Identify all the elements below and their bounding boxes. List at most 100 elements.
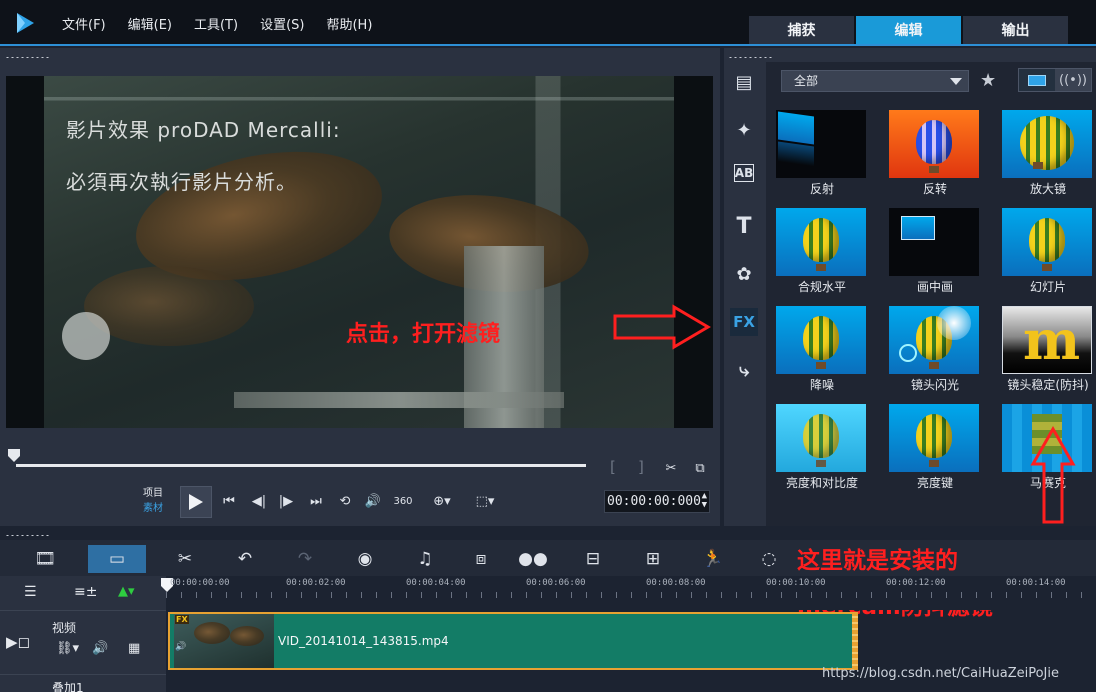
mercalli-thumb: m <box>1002 306 1092 374</box>
tick-label: 00:00:08:00 <box>646 578 706 588</box>
watermark: https://blog.csdn.net/CaiHuaZeiPoJie <box>822 666 1059 681</box>
track-overlay-label: 叠加1 <box>52 681 84 692</box>
track-volume-icon[interactable]: 🔊 <box>92 641 108 656</box>
go-to-start-icon[interactable]: ⏮ <box>218 490 240 512</box>
overlay-track-header: 叠加1 <box>0 674 166 692</box>
scrub-handle-icon[interactable] <box>8 449 20 462</box>
title-icon[interactable]: T <box>730 212 758 240</box>
tab-edit[interactable]: 编辑 <box>856 16 961 44</box>
mode-tabs: 捕获 编辑 输出 <box>749 16 1068 44</box>
media-library-icon[interactable]: ▤ <box>730 68 758 96</box>
tick-label: 00:00:04:00 <box>406 578 466 588</box>
video-camera-icon[interactable]: ▶◻ <box>6 633 30 651</box>
panel-grip[interactable] <box>728 56 772 59</box>
filter-item[interactable]: 亮度键 <box>887 402 983 494</box>
tick-label: 00:00:02:00 <box>286 578 346 588</box>
filter-label: 降噪 <box>809 378 834 392</box>
menu-tools[interactable]: 工具(T) <box>194 14 238 33</box>
panel-grip[interactable] <box>5 534 49 537</box>
chevron-down-icon <box>950 78 962 85</box>
timecode-value: 00:00:00:000 <box>607 494 701 509</box>
timecode-stepper-icon[interactable]: ▲ ▼ <box>702 492 707 510</box>
category-dropdown[interactable]: 全部 <box>781 70 969 92</box>
transparency-icon[interactable]: ▦ <box>128 641 140 656</box>
tab-share[interactable]: 输出 <box>963 16 1068 44</box>
menu-edit[interactable]: 编辑(E) <box>128 14 172 33</box>
filter-item[interactable]: 幻灯片 <box>1000 206 1096 298</box>
go-to-end-icon[interactable]: ⏭ <box>305 490 327 512</box>
redo-icon[interactable]: ↷ <box>284 545 326 573</box>
reflection-thumb <box>776 110 866 178</box>
tick-label: 00:00:10:00 <box>766 578 826 588</box>
thumbnail-view-icon[interactable] <box>1019 69 1055 91</box>
next-frame-icon[interactable]: |▶ <box>275 490 297 512</box>
time-remap-icon[interactable]: 🏃 <box>692 545 734 573</box>
add-track-icon[interactable]: ≡± <box>74 584 97 600</box>
add-favorite-icon[interactable]: ★ <box>980 70 996 91</box>
360-view-icon[interactable]: 360 <box>390 490 416 512</box>
mask-creator-icon[interactable]: ◌ <box>748 545 790 573</box>
multi-camera-icon[interactable]: ⊞ <box>632 545 674 573</box>
sound-mixer-icon[interactable]: ♫ <box>404 545 446 573</box>
timeline-view-icon[interactable]: ▭ <box>88 545 146 573</box>
record-capture-icon[interactable]: ◉ <box>344 545 386 573</box>
filter-item[interactable]: m 镜头稳定(防抖) <box>1000 304 1096 396</box>
scrub-bar[interactable] <box>16 464 586 467</box>
mark-out-button[interactable]: ] <box>638 458 644 476</box>
link-icon[interactable]: ⛓▾ <box>56 641 79 656</box>
enlarge-preview-icon[interactable]: ⧉ <box>690 458 710 478</box>
crop-dropdown-icon[interactable]: ⬚▾ <box>470 490 500 512</box>
filter-label: 镜头稳定(防抖) <box>1007 378 1089 392</box>
invert-thumb <box>889 110 979 178</box>
category-value: 全部 <box>794 74 819 88</box>
filter-item[interactable]: 反射 <box>774 108 870 200</box>
mode-clip-label[interactable]: 素材 <box>143 501 163 516</box>
filter-label: 镜头闪光 <box>910 378 959 392</box>
globe-dropdown-icon[interactable]: ⊕▾ <box>426 490 458 512</box>
video-preview[interactable]: 影片效果 proDAD Mercalli: 必須再次執行影片分析。 点击，打开滤… <box>6 76 713 428</box>
filter-item[interactable]: 反转 <box>887 108 983 200</box>
timeline-ruler[interactable]: 00:00:00:00 00:00:02:00 00:00:04:00 00:0… <box>161 576 1096 610</box>
graphics-icon[interactable]: ✿ <box>730 260 758 288</box>
video-clip[interactable]: FX 🔊 VID_20141014_143815.mp4 <box>168 612 858 670</box>
subtitle-editor-icon[interactable]: ⊟ <box>572 545 614 573</box>
timecode-field[interactable]: 00:00:00:000 ▲ ▼ <box>604 490 710 513</box>
path-icon[interactable]: ⤷ <box>730 356 758 384</box>
library-panel: ▤ ✦ AB T ✿ FX ⤷ 全部 ★ ((•)) 反射 反转 放大镜 合规水… <box>724 48 1096 526</box>
mark-in-button[interactable]: [ <box>610 458 616 476</box>
filter-item[interactable]: 放大镜 <box>1000 108 1096 200</box>
tab-capture[interactable]: 捕获 <box>749 16 854 44</box>
storyboard-view-icon[interactable]: 🎞 <box>24 545 66 573</box>
clip-trim-handle[interactable] <box>852 612 858 670</box>
menu-file[interactable]: 文件(F) <box>62 14 106 33</box>
undo-icon[interactable]: ↶ <box>224 545 266 573</box>
motion-track-icon[interactable]: ●● <box>512 545 554 573</box>
split-clip-icon[interactable]: ✂ <box>660 458 682 478</box>
chapter-marker-icon[interactable]: ▲▾ <box>118 584 135 599</box>
volume-icon[interactable]: 🔊 <box>362 490 384 512</box>
filter-item[interactable]: 镜头闪光 <box>887 304 983 396</box>
tools-icon[interactable]: ✂ <box>164 545 206 573</box>
auto-music-icon[interactable]: ⧈ <box>460 545 502 573</box>
clip-name: VID_20141014_143815.mp4 <box>278 634 449 648</box>
filter-item[interactable]: 降噪 <box>774 304 870 396</box>
filter-item[interactable]: 合规水平 <box>774 206 870 298</box>
filter-fx-icon[interactable]: FX <box>730 308 758 336</box>
mode-project-label[interactable]: 项目 <box>143 486 163 501</box>
menu-settings[interactable]: 设置(S) <box>260 14 304 33</box>
repeat-icon[interactable]: ⟲ <box>334 490 356 512</box>
filter-label: 亮度和对比度 <box>785 476 858 490</box>
heater-image <box>234 392 564 408</box>
filter-label: 幻灯片 <box>1029 280 1066 294</box>
filter-item[interactable]: 亮度和对比度 <box>774 402 870 494</box>
menu-help[interactable]: 帮助(H) <box>326 14 372 33</box>
previous-frame-icon[interactable]: ◀| <box>248 490 270 512</box>
play-button[interactable] <box>180 486 212 518</box>
panel-grip[interactable] <box>5 56 49 59</box>
balloon-thumb <box>776 208 866 276</box>
filter-item[interactable]: 画中画 <box>887 206 983 298</box>
instant-project-icon[interactable]: ✦ <box>730 116 758 144</box>
transition-icon[interactable]: AB <box>734 164 754 182</box>
track-manager-icon[interactable]: ☰ <box>24 584 37 600</box>
audio-filter-icon[interactable]: ((•)) <box>1055 69 1091 91</box>
